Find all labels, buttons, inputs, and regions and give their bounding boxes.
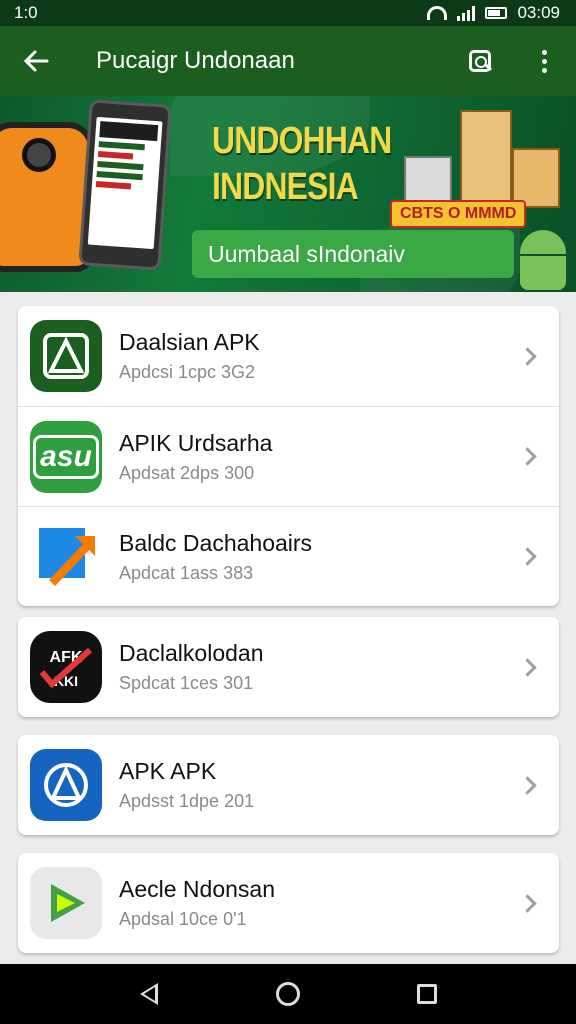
app-title: Baldc Dachahoairs bbox=[119, 529, 313, 556]
app-subtitle: Apdsal 10ce 0'1 bbox=[119, 909, 247, 929]
chevron-right-icon bbox=[507, 447, 547, 466]
system-nav-bar bbox=[0, 964, 576, 1024]
android-body-icon bbox=[520, 256, 566, 290]
app-subtitle: Apdsst 1dpe 201 bbox=[119, 791, 255, 811]
recents-icon bbox=[416, 984, 437, 1004]
chevron-right-icon bbox=[507, 893, 547, 913]
promo-banner[interactable]: UNDOHHAN INDNESIA CBTS O MMMD Uumbaal sI… bbox=[0, 96, 576, 292]
apk-triangle-icon bbox=[30, 749, 102, 821]
apk-triangle-icon bbox=[30, 320, 102, 392]
battery-icon bbox=[485, 7, 508, 19]
asu-icon: asu bbox=[30, 420, 102, 493]
app-title: APK APK bbox=[119, 758, 217, 784]
app-subtitle: Spdcat 1ces 301 bbox=[119, 673, 254, 693]
search-button[interactable] bbox=[448, 26, 512, 96]
app-subtitle: Apdcsi 1cpc 3G2 bbox=[119, 362, 256, 382]
app-list-card: Aecle Ndonsan Apdsal 10ce 0'1 bbox=[18, 853, 559, 953]
arrow-left-icon bbox=[23, 50, 49, 72]
chevron-right-icon bbox=[507, 657, 547, 677]
status-left-text: 1:0 bbox=[14, 3, 38, 22]
android-icon bbox=[520, 230, 566, 254]
nav-back-button[interactable] bbox=[119, 964, 179, 1024]
wifi-icon bbox=[427, 6, 448, 20]
app-title: Daclalkolodan bbox=[119, 640, 264, 666]
more-vertical-icon bbox=[541, 49, 547, 73]
package-box-image bbox=[512, 148, 560, 208]
banner-badge: CBTS O MMMD bbox=[390, 200, 527, 228]
toolbar-title: Pucaigr Undonaan bbox=[96, 47, 295, 74]
overflow-menu-button[interactable] bbox=[512, 26, 576, 96]
app-subtitle: Apdcat 1ass 383 bbox=[119, 562, 254, 583]
home-icon bbox=[275, 982, 300, 1006]
nav-home-button[interactable] bbox=[258, 964, 318, 1024]
app-list-card: AFK KKI Daclalkolodan Spdcat 1ces 301 bbox=[18, 617, 559, 717]
chevron-right-icon bbox=[507, 346, 547, 366]
package-box-image bbox=[460, 110, 512, 206]
list-item[interactable]: Daalsian APK Apdcsi 1cpc 3G2 bbox=[18, 306, 559, 406]
device-image bbox=[404, 156, 452, 202]
status-time: 03:09 bbox=[517, 3, 560, 22]
banner-headline: UNDOHHAN INDNESIA bbox=[212, 120, 392, 208]
check-apk-icon: AFK KKI bbox=[30, 631, 102, 703]
app-title: Daalsian APK bbox=[119, 329, 260, 355]
back-icon bbox=[140, 983, 159, 1005]
chevron-right-icon bbox=[507, 547, 547, 566]
app-toolbar: Pucaigr Undonaan bbox=[0, 26, 576, 96]
list-item[interactable]: APK APK Apdsst 1dpe 201 bbox=[18, 735, 559, 835]
app-title: Aecle Ndonsan bbox=[119, 876, 275, 902]
chevron-right-icon bbox=[507, 775, 547, 795]
app-list-card: Daalsian APK Apdcsi 1cpc 3G2 asu APIK Ur… bbox=[18, 306, 559, 606]
list-item[interactable]: Aecle Ndonsan Apdsal 10ce 0'1 bbox=[18, 853, 559, 953]
status-right: 03:09 bbox=[427, 3, 560, 23]
list-item[interactable]: asu APIK Urdsarha Apdsat 2dps 300 bbox=[18, 406, 559, 506]
nav-recents-button[interactable] bbox=[397, 964, 457, 1024]
list-item[interactable]: AFK KKI Daclalkolodan Spdcat 1ces 301 bbox=[18, 617, 559, 717]
back-button[interactable] bbox=[0, 26, 72, 96]
signal-icon bbox=[457, 5, 476, 21]
app-title: APIK Urdsarha bbox=[119, 429, 273, 456]
play-icon bbox=[30, 867, 102, 939]
phone-image bbox=[78, 99, 172, 271]
list-item[interactable]: Baldc Dachahoairs Apdcat 1ass 383 bbox=[18, 506, 559, 606]
status-bar: 1:0 03:09 bbox=[0, 0, 576, 26]
banner-action-button[interactable]: Uumbaal sIndonaiv bbox=[192, 230, 514, 278]
app-subtitle: Apdsat 2dps 300 bbox=[119, 462, 255, 483]
app-list-card: APK APK Apdsst 1dpe 201 bbox=[18, 735, 559, 835]
search-icon bbox=[469, 50, 491, 72]
download-arrow-icon bbox=[30, 521, 102, 593]
